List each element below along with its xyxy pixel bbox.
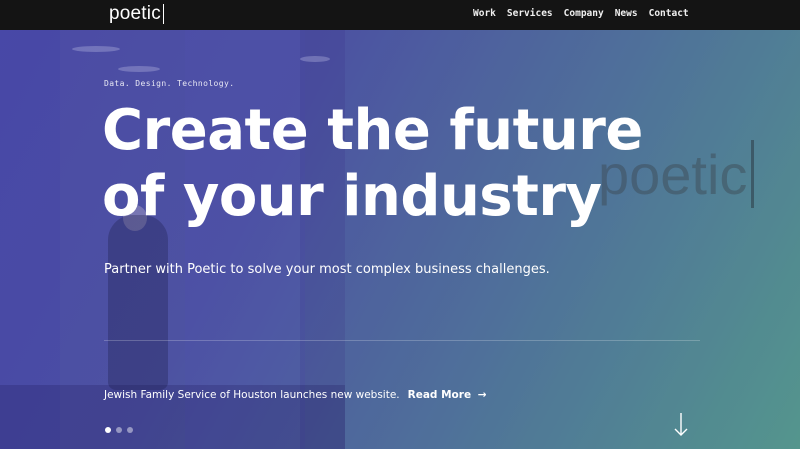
read-more-label: Read More xyxy=(407,389,472,401)
hero-eyebrow: Data. Design. Technology. xyxy=(104,79,235,88)
slider-dots xyxy=(105,427,133,433)
hero-divider xyxy=(104,340,700,341)
hero-headline: Create the future of your industry xyxy=(102,98,742,230)
read-more-link[interactable]: Read More → xyxy=(408,389,487,401)
slider-dot-1[interactable] xyxy=(105,427,111,433)
arrow-right-icon: → xyxy=(477,389,487,401)
arrow-down-icon[interactable] xyxy=(671,412,691,438)
logo[interactable]: poetic xyxy=(109,3,165,25)
hero-subtitle: Partner with Poetic to solve your most c… xyxy=(104,262,550,277)
logo-text: poetic xyxy=(109,3,161,24)
ceiling-light xyxy=(118,66,160,72)
news-ticker: Jewish Family Service of Houston launche… xyxy=(104,389,487,401)
news-text: Jewish Family Service of Houston launche… xyxy=(104,389,400,401)
hero-section: poetic Data. Design. Technology. Create … xyxy=(0,0,800,449)
top-navigation-bar: poetic Work Services Company News Contac… xyxy=(0,0,800,30)
nav-item-company[interactable]: Company xyxy=(564,8,604,19)
headline-line-1: Create the future xyxy=(102,98,643,163)
slider-dot-3[interactable] xyxy=(127,427,133,433)
background-person xyxy=(108,215,168,390)
watermark-cursor xyxy=(751,140,755,208)
nav-item-services[interactable]: Services xyxy=(507,8,553,19)
slider-dot-2[interactable] xyxy=(116,427,122,433)
headline-line-2: of your industry xyxy=(102,164,602,229)
main-nav: Work Services Company News Contact xyxy=(473,8,700,19)
nav-item-contact[interactable]: Contact xyxy=(649,8,689,19)
logo-cursor xyxy=(162,4,165,24)
ceiling-light xyxy=(300,56,330,62)
background-photo-panel xyxy=(345,30,800,449)
ceiling-light xyxy=(72,46,120,52)
nav-item-news[interactable]: News xyxy=(615,8,638,19)
nav-item-work[interactable]: Work xyxy=(473,8,496,19)
